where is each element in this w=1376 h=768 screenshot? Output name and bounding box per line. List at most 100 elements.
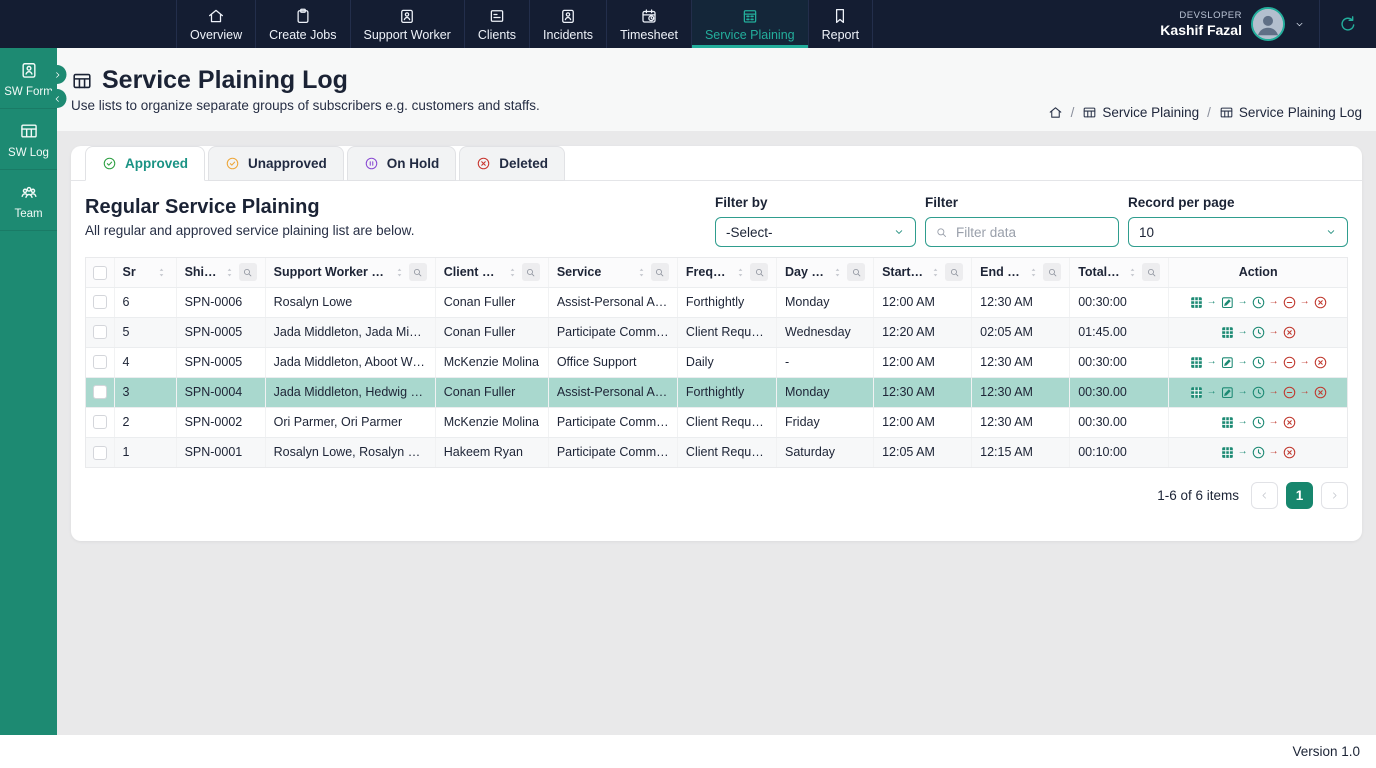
row-checkbox[interactable] [93, 415, 107, 429]
tab-label: On Hold [387, 156, 440, 171]
search-icon [1146, 267, 1157, 278]
sidebar: SW FormSW LogTeam [0, 48, 57, 735]
edit-icon[interactable] [1220, 355, 1235, 370]
filter-by-select[interactable]: -Select- [715, 217, 916, 247]
close-circle-icon[interactable] [1282, 415, 1297, 430]
view-grid-icon[interactable] [1189, 355, 1204, 370]
search-icon [949, 267, 960, 278]
caret-sort-icon[interactable] [635, 266, 648, 279]
caret-sort-icon[interactable] [506, 266, 519, 279]
close-circle-icon[interactable] [1313, 385, 1328, 400]
clock-icon[interactable] [1251, 355, 1266, 370]
edit-icon[interactable] [1220, 295, 1235, 310]
column-tools [635, 263, 669, 281]
view-grid-icon[interactable] [1220, 325, 1235, 340]
minus-circle-icon[interactable] [1282, 385, 1297, 400]
user-menu[interactable]: DEVSLOPER Kashif Fazal [1146, 7, 1319, 41]
caret-sort-icon[interactable] [393, 266, 406, 279]
row-checkbox[interactable] [93, 325, 107, 339]
clock-icon[interactable] [1251, 445, 1266, 460]
minus-circle-icon[interactable] [1282, 355, 1297, 370]
column-search-button[interactable] [522, 263, 540, 281]
column-search-button[interactable] [847, 263, 865, 281]
table-row: 3SPN-0004Jada Middleton, Hedwig WeosterC… [86, 377, 1347, 407]
nav-item-overview[interactable]: Overview [176, 0, 255, 48]
nav-label: Create Jobs [269, 28, 336, 42]
breadcrumb-home[interactable] [1048, 105, 1063, 120]
cell-start-time: 12:05 AM [874, 437, 972, 467]
sidebar-expand-button[interactable] [48, 65, 67, 84]
pagination-prev-button[interactable] [1251, 482, 1278, 509]
chevron-down-icon [1294, 19, 1305, 30]
clock-icon[interactable] [1251, 295, 1266, 310]
column-search-button[interactable] [409, 263, 427, 281]
close-circle-icon[interactable] [1282, 325, 1297, 340]
select-all-checkbox[interactable] [93, 266, 107, 280]
cell-actions: →→→→ [1169, 347, 1347, 377]
caret-sort-icon[interactable] [1126, 266, 1139, 279]
close-circle-icon[interactable] [1282, 445, 1297, 460]
sidebar-item-sw-log[interactable]: SW Log [0, 109, 57, 170]
column-search-button[interactable] [651, 263, 669, 281]
minus-circle-icon[interactable] [1282, 295, 1297, 310]
close-circle-icon[interactable] [1313, 355, 1328, 370]
sidebar-collapse-button[interactable] [48, 89, 67, 108]
view-grid-icon[interactable] [1189, 385, 1204, 400]
row-checkbox[interactable] [93, 355, 107, 369]
tab-approved[interactable]: Approved [85, 146, 205, 181]
search-icon [525, 267, 536, 278]
view-grid-icon[interactable] [1220, 445, 1235, 460]
nav-item-create-jobs[interactable]: Create Jobs [255, 0, 349, 48]
nav-item-report[interactable]: Report [808, 0, 874, 48]
cell-support-worker-partner: Jada Middleton, Aboot Westen [265, 347, 435, 377]
breadcrumb-item-service-plaining-log[interactable]: Service Plaining Log [1219, 105, 1362, 120]
record-per-page-select[interactable]: 10 [1128, 217, 1348, 247]
column-search-button[interactable] [1142, 263, 1160, 281]
view-grid-icon[interactable] [1220, 415, 1235, 430]
nav-item-incidents[interactable]: Incidents [529, 0, 606, 48]
caret-sort-icon[interactable] [1027, 266, 1040, 279]
refresh-icon[interactable] [1338, 14, 1358, 34]
column-search-button[interactable] [239, 263, 257, 281]
row-checkbox[interactable] [93, 295, 107, 309]
topbar-divider [1319, 0, 1320, 48]
edit-icon[interactable] [1220, 385, 1235, 400]
pagination-page-button[interactable]: 1 [1286, 482, 1313, 509]
column-label: Support Worker & Partner [274, 265, 389, 279]
tab-on-hold[interactable]: On Hold [347, 146, 457, 181]
clock-icon[interactable] [1251, 415, 1266, 430]
close-circle-icon[interactable] [1313, 295, 1328, 310]
tab-unapproved[interactable]: Unapproved [208, 146, 344, 181]
column-search-button[interactable] [750, 263, 768, 281]
clock-icon[interactable] [1251, 325, 1266, 340]
column-search-button[interactable] [945, 263, 963, 281]
nav-item-timesheet[interactable]: Timesheet [606, 0, 691, 48]
caret-sort-icon[interactable] [223, 266, 236, 279]
column-label: Client Name [444, 265, 502, 279]
cell-checkbox [86, 377, 114, 407]
breadcrumb-item-service-plaining[interactable]: Service Plaining [1082, 105, 1199, 120]
caret-sort-icon[interactable] [155, 266, 168, 279]
badge-person-icon [19, 60, 39, 80]
check-circle-icon [225, 156, 240, 171]
sidebar-item-team[interactable]: Team [0, 170, 57, 231]
cell-day-date: Wednesday [777, 317, 874, 347]
pagination-next-button[interactable] [1321, 482, 1348, 509]
filter-input[interactable] [954, 224, 1109, 241]
cell-checkbox [86, 407, 114, 437]
nav-item-clients[interactable]: Clients [464, 0, 529, 48]
clock-icon[interactable] [1251, 385, 1266, 400]
column-label: Day / Date [785, 265, 827, 279]
nav-item-service-plaining[interactable]: Service Plaining [691, 0, 808, 48]
nav-item-support-worker[interactable]: Support Worker [350, 0, 464, 48]
cell-support-worker-partner: Rosalyn Lowe, Rosalyn Lowe [265, 437, 435, 467]
column-search-button[interactable] [1043, 263, 1061, 281]
caret-sort-icon[interactable] [734, 266, 747, 279]
avatar[interactable] [1251, 7, 1285, 41]
row-checkbox[interactable] [93, 385, 107, 399]
view-grid-icon[interactable] [1189, 295, 1204, 310]
tab-deleted[interactable]: Deleted [459, 146, 565, 181]
caret-sort-icon[interactable] [831, 266, 844, 279]
row-checkbox[interactable] [93, 446, 107, 460]
caret-sort-icon[interactable] [929, 266, 942, 279]
